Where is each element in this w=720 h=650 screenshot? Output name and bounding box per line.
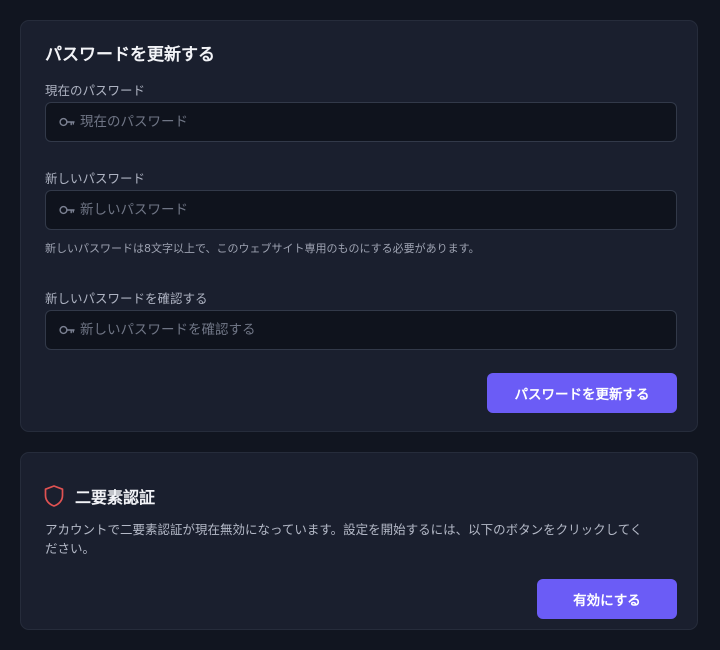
key-icon [59, 325, 75, 335]
key-icon [59, 117, 75, 127]
update-password-card: パスワードを更新する 現在のパスワード 新しいパスワード 新しいパスワードは8文… [20, 20, 698, 432]
shield-icon [44, 485, 64, 507]
confirm-password-label: 新しいパスワードを確認する [45, 291, 208, 306]
current-password-field[interactable] [45, 102, 677, 142]
two-factor-title: 二要素認証 [75, 488, 156, 507]
confirm-password-field[interactable] [45, 310, 677, 350]
key-icon [59, 205, 75, 215]
current-password-input[interactable] [80, 103, 660, 141]
new-password-field[interactable] [45, 190, 677, 230]
two-factor-header: 二要素認証 [43, 484, 155, 508]
confirm-password-input[interactable] [80, 311, 660, 349]
account-security-page: パスワードを更新する 現在のパスワード 新しいパスワード 新しいパスワードは8文… [0, 0, 720, 650]
new-password-label: 新しいパスワード [45, 171, 146, 186]
two-factor-description: アカウントで二要素認証が現在無効になっています。設定を開始するには、以下のボタン… [45, 522, 643, 556]
update-password-button[interactable]: パスワードを更新する [487, 373, 677, 413]
enable-two-factor-button[interactable]: 有効にする [537, 579, 677, 619]
new-password-input[interactable] [80, 191, 660, 229]
current-password-label: 現在のパスワード [45, 83, 146, 98]
update-password-title: パスワードを更新する [45, 45, 215, 65]
two-factor-card: 二要素認証 アカウントで二要素認証が現在無効になっています。設定を開始するには、… [20, 452, 698, 630]
new-password-helper-text: 新しいパスワードは8文字以上で、このウェブサイト専用のものにする必要があります。 [45, 242, 480, 255]
